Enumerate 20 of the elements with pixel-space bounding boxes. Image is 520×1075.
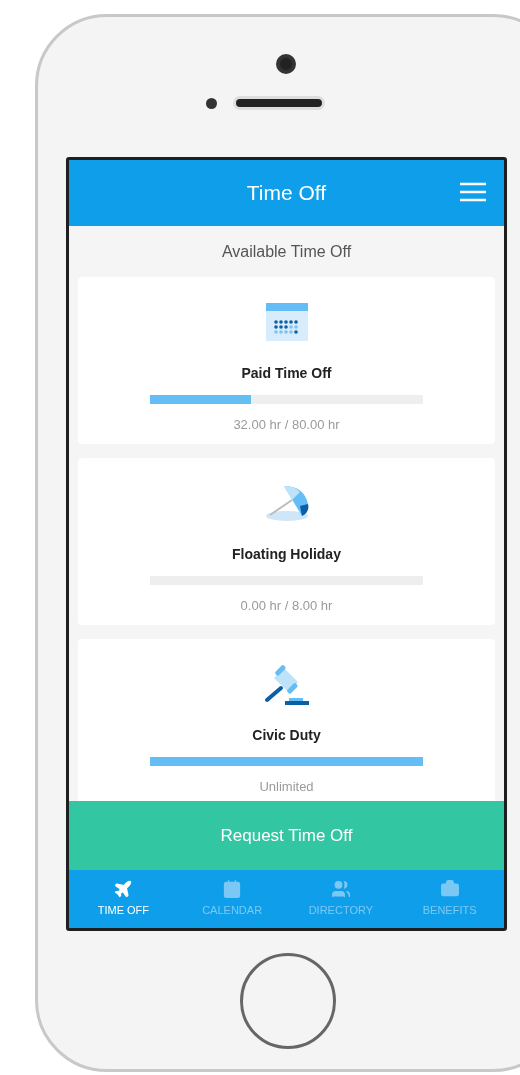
section-title: Available Time Off bbox=[221, 242, 352, 262]
tab[interactable]: DIRECTORY bbox=[286, 870, 396, 928]
camera-icon bbox=[275, 54, 296, 74]
tab[interactable]: CALENDAR bbox=[177, 870, 287, 928]
request-time-off-button[interactable]: Request Time Off bbox=[69, 801, 504, 870]
menu-icon[interactable] bbox=[460, 182, 486, 202]
header-title: Time Off bbox=[246, 180, 327, 207]
calendar-icon bbox=[222, 879, 243, 900]
balance-reading: 0.00 hr / 8.00 hr bbox=[240, 597, 333, 615]
people-icon bbox=[330, 879, 351, 900]
calendar-icon bbox=[265, 303, 308, 341]
balance-name: Floating Holiday bbox=[232, 545, 341, 564]
plane-icon bbox=[113, 879, 134, 900]
balance-name: Paid Time Off bbox=[241, 364, 332, 383]
tab[interactable]: TIME OFF bbox=[69, 870, 178, 928]
balance-name: Civic Duty bbox=[252, 726, 321, 745]
tab[interactable]: BENEFITS bbox=[395, 870, 504, 928]
balance-reading: 32.00 hr / 80.00 hr bbox=[233, 416, 340, 434]
balance-reading: Unlimited bbox=[259, 778, 314, 796]
umbrella-icon bbox=[263, 484, 310, 522]
